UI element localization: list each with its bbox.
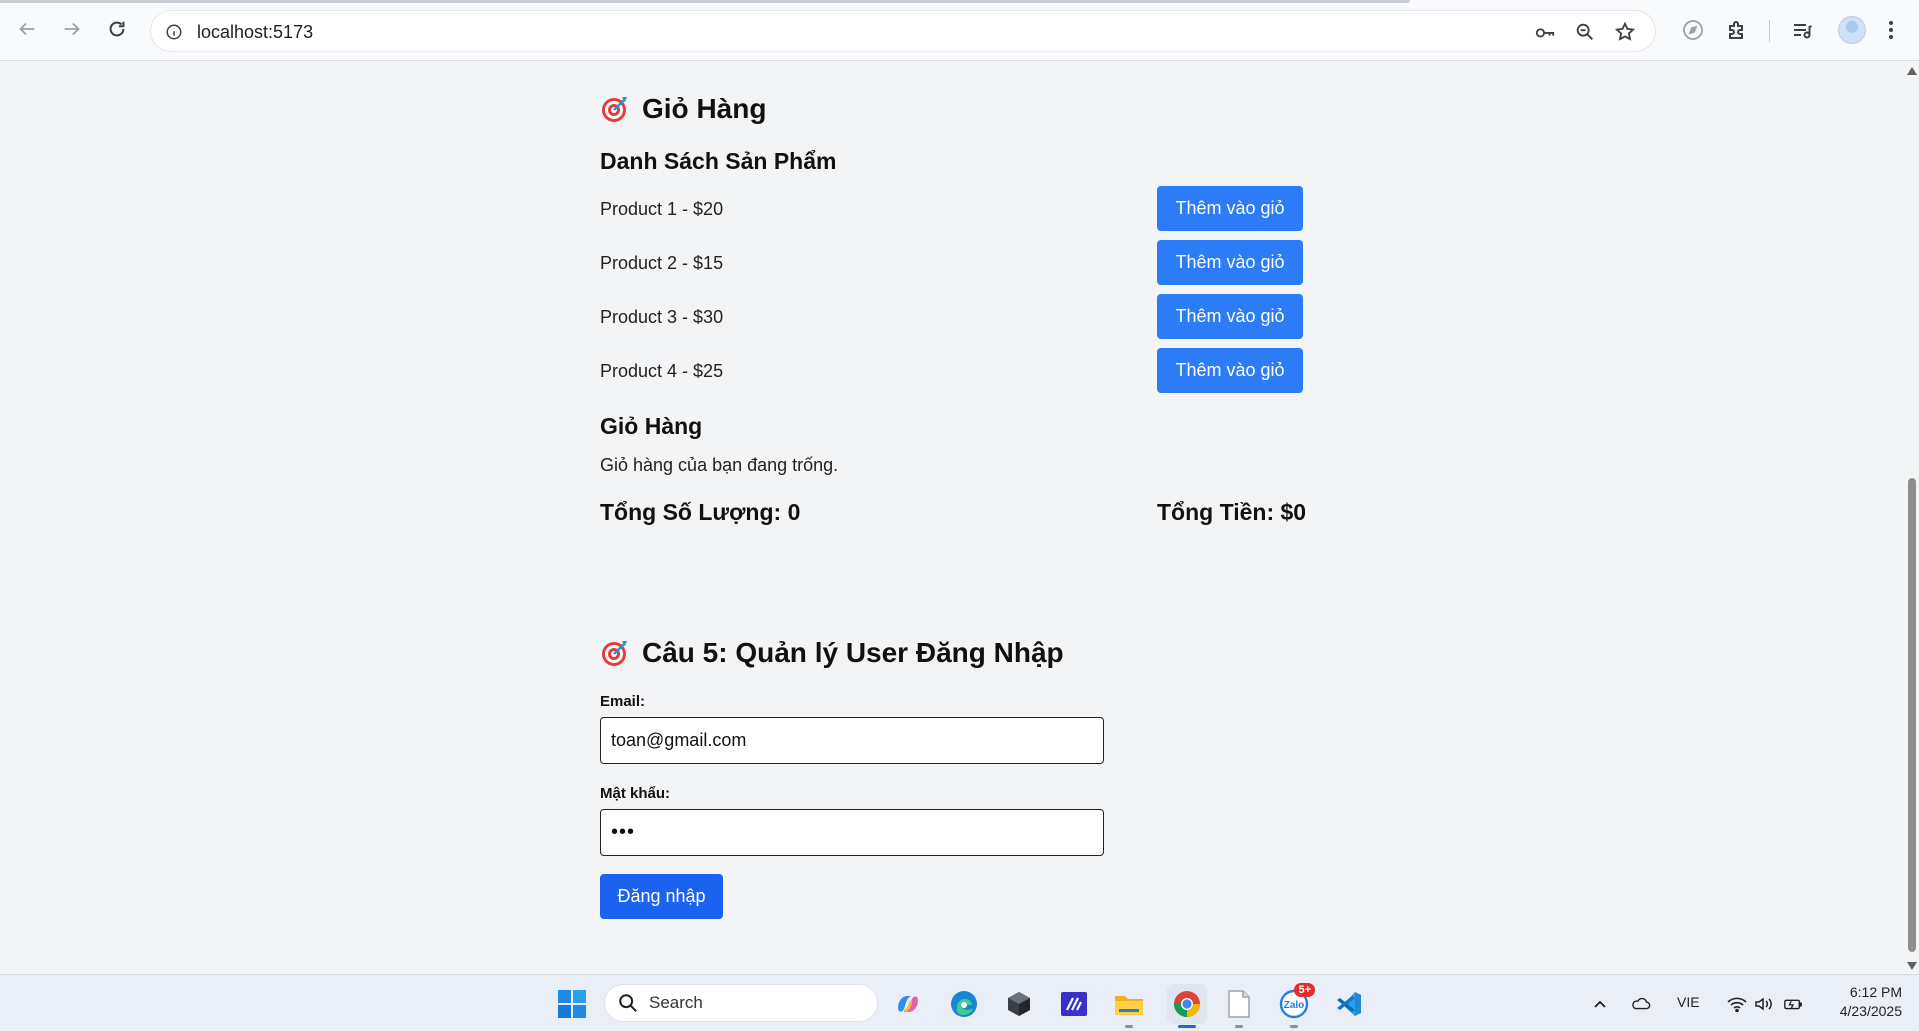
windows-taskbar: Search Zalo 5+ VIE 6:12 PM 4/23/2025	[0, 974, 1919, 1031]
reload-icon	[109, 21, 125, 37]
vertical-scrollbar[interactable]	[1905, 61, 1919, 974]
svg-text:Zalo: Zalo	[1284, 1000, 1305, 1011]
empty-cart-message: Giỏ hàng của bạn đang trống.	[600, 455, 839, 475]
product-label: Product 1 - $20	[600, 199, 724, 219]
notification-badge: 5+	[1294, 983, 1315, 997]
vscode-icon[interactable]	[1332, 987, 1366, 1021]
clock-time: 6:12 PM	[1849, 984, 1902, 1000]
add-to-cart-button[interactable]: Thêm vào giỏ	[1157, 348, 1303, 393]
search-icon	[619, 994, 637, 1012]
battery-icon[interactable]	[1783, 994, 1803, 1014]
password-key-icon[interactable]	[1533, 20, 1557, 44]
windows-start-icon[interactable]	[555, 987, 589, 1021]
back-icon	[19, 22, 35, 36]
tab-strip-edge	[0, 0, 1410, 3]
page-content: Giỏ Hàng Danh Sách Sản Phẩm Product 1 - …	[0, 61, 1905, 974]
visual-studio-icon[interactable]	[1057, 987, 1091, 1021]
system-clock[interactable]: 6:12 PM 4/23/2025	[1822, 983, 1902, 1021]
cart-title-text: Giỏ Hàng	[642, 93, 767, 124]
compass-icon[interactable]	[1677, 14, 1709, 46]
add-to-cart-button[interactable]: Thêm vào giỏ	[1157, 186, 1303, 231]
back-button[interactable]	[11, 13, 43, 45]
bookmark-star-icon[interactable]	[1613, 20, 1637, 44]
url-text[interactable]: localhost:5173	[197, 22, 313, 43]
product-label: Product 2 - $15	[600, 253, 724, 273]
chrome-icon[interactable]	[1167, 984, 1207, 1024]
profile-avatar[interactable]	[1838, 16, 1866, 44]
address-bar[interactable]: localhost:5173	[150, 10, 1656, 52]
login-section-title: Câu 5: Quản lý User Đăng Nhập	[600, 637, 1064, 669]
running-indicator	[1235, 1025, 1243, 1028]
target-icon	[602, 641, 627, 666]
login-title-text: Câu 5: Quản lý User Đăng Nhập	[642, 637, 1064, 668]
forward-button[interactable]	[56, 13, 88, 45]
add-to-cart-button[interactable]: Thêm vào giỏ	[1157, 240, 1303, 285]
notepad-icon[interactable]	[1222, 987, 1256, 1021]
search-label: Search	[649, 993, 703, 1012]
more-menu-icon[interactable]	[1879, 14, 1903, 46]
running-indicator	[1290, 1025, 1298, 1028]
show-hidden-icons-icon[interactable]	[1590, 994, 1610, 1014]
password-field[interactable]: •••	[600, 809, 1104, 856]
app-cube-icon[interactable]	[1002, 987, 1036, 1021]
active-indicator	[1178, 1025, 1196, 1028]
product-label: Product 3 - $30	[600, 307, 724, 327]
running-indicator	[1125, 1025, 1133, 1028]
password-label: Mật khẩu:	[600, 785, 671, 802]
onedrive-icon[interactable]	[1631, 994, 1651, 1014]
forward-icon	[64, 22, 80, 36]
email-field[interactable]: toan@gmail.com	[600, 717, 1104, 764]
add-to-cart-button[interactable]: Thêm vào giỏ	[1157, 294, 1303, 339]
cart-section-title: Giỏ Hàng	[600, 93, 766, 125]
browser-toolbar: localhost:5173	[0, 0, 1919, 61]
site-info-icon[interactable]	[161, 19, 187, 45]
product-label: Product 4 - $25	[600, 361, 724, 381]
zoom-icon[interactable]	[1573, 20, 1597, 44]
volume-icon[interactable]	[1754, 994, 1774, 1014]
scroll-down-arrow[interactable]	[1907, 962, 1917, 970]
scroll-thumb[interactable]	[1908, 478, 1916, 952]
copilot-icon[interactable]	[891, 987, 925, 1021]
file-explorer-icon[interactable]	[1112, 987, 1146, 1021]
total-quantity: Tổng Số Lượng: 0	[600, 499, 801, 525]
media-control-icon[interactable]	[1786, 14, 1818, 46]
wifi-icon[interactable]	[1727, 994, 1747, 1014]
extensions-icon[interactable]	[1721, 14, 1753, 46]
scroll-up-arrow[interactable]	[1907, 67, 1917, 75]
language-indicator[interactable]: VIE	[1677, 994, 1700, 1010]
total-price: Tổng Tiền: $0	[1157, 499, 1307, 525]
edge-icon[interactable]	[947, 987, 981, 1021]
login-button[interactable]: Đăng nhập	[600, 874, 723, 919]
product-list-heading: Danh Sách Sản Phẩm	[600, 148, 837, 174]
target-icon	[602, 97, 627, 122]
clock-date: 4/23/2025	[1839, 1003, 1902, 1019]
cart-heading: Giỏ Hàng	[600, 413, 703, 439]
toolbar-separator	[1769, 20, 1770, 42]
taskbar-search[interactable]: Search	[604, 984, 878, 1022]
email-label: Email:	[600, 693, 646, 710]
reload-button[interactable]	[101, 13, 133, 45]
zalo-icon[interactable]: Zalo 5+	[1277, 983, 1315, 1021]
